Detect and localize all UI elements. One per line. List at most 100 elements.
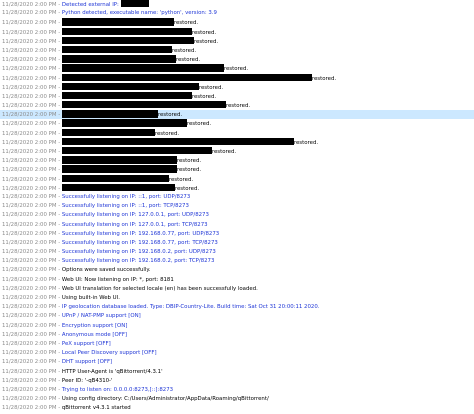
- log-entry[interactable]: 11/28/2020 2:00 PM - restored.: [0, 119, 474, 128]
- log-entry[interactable]: 11/28/2020 2:00 PM - Successfully listen…: [0, 230, 474, 239]
- log-message: Successfully listening on IP: 127.0.0.1,…: [62, 212, 209, 218]
- log-timestamp: 11/28/2020 2:00 PM: [2, 230, 57, 237]
- log-message-text: qBittorrent v4.3.1 started: [61, 405, 131, 412]
- log-message-text: Successfully listening on IP: ::1, port:…: [61, 203, 189, 210]
- log-timestamp: 11/28/2020 2:00 PM: [2, 185, 57, 192]
- log-entry[interactable]: 11/28/2020 2:00 PM - HTTP User-Agent is …: [0, 368, 474, 377]
- log-message-suffix: restored.: [311, 75, 337, 82]
- redacted-block: [61, 165, 177, 173]
- log-entry[interactable]: 11/28/2020 2:00 PM - restored.: [0, 91, 474, 101]
- log-entry[interactable]: 11/28/2020 2:00 PM - Successfully listen…: [0, 202, 474, 211]
- log-timestamp: 11/28/2020 2:00 PM: [2, 139, 57, 146]
- log-entry[interactable]: 11/28/2020 2:00 PM - restored.: [0, 128, 474, 138]
- log-message-suffix: restored.: [211, 149, 237, 155]
- redacted-block: [61, 91, 192, 100]
- log-entry[interactable]: 11/28/2020 2:00 PM - Successfully listen…: [0, 193, 474, 202]
- log-timestamp: 11/28/2020 2:00 PM: [2, 176, 57, 183]
- log-entry[interactable]: 11/28/2020 2:00 PM - Web UI translation …: [0, 285, 474, 294]
- log-message-text: HTTP User-Agent is 'qBittorrent/4.3.1': [61, 368, 163, 375]
- log-entry[interactable]: 11/28/2020 2:00 PM - Using built-in Web …: [0, 294, 474, 303]
- log-entry[interactable]: 11/28/2020 2:00 PM - Successfully listen…: [0, 257, 474, 266]
- log-entry[interactable]: 11/28/2020 2:00 PM - Using config direct…: [0, 395, 474, 404]
- log-message: restored.: [61, 174, 193, 183]
- log-entry[interactable]: 11/28/2020 2:00 PM - Successfully listen…: [0, 211, 474, 220]
- log-entry[interactable]: 11/28/2020 2:00 PM - restored.: [0, 64, 474, 73]
- log-entry[interactable]: 11/28/2020 2:00 PM - restored.: [0, 165, 474, 174]
- log-message: Successfully listening on IP: 192.168.0.…: [62, 249, 216, 255]
- log-timestamp: 11/28/2020 2:00 PM: [2, 340, 57, 347]
- log-message: Using config directory: C:/Users/Adminis…: [62, 396, 269, 402]
- log-entry[interactable]: 11/28/2020 2:00 PM - Local Peer Discover…: [0, 349, 474, 358]
- log-entry[interactable]: 11/28/2020 2:00 PM - Successfully listen…: [0, 221, 474, 230]
- log-message: Successfully listening on IP: 192.168.0.…: [62, 258, 215, 264]
- log-entry[interactable]: 11/28/2020 2:00 PM - UPnP / NAT-PMP supp…: [0, 312, 474, 321]
- log-message: Web UI translation for selected locale (…: [62, 286, 258, 292]
- log-entry[interactable]: 11/28/2020 2:00 PM - Peer ID: '-qB4310-': [0, 377, 474, 386]
- log-timestamp: 11/28/2020 2:00 PM: [2, 38, 57, 45]
- log-timestamp: 11/28/2020 2:00 PM: [2, 121, 57, 128]
- log-entry[interactable]: 11/28/2020 2:00 PM - restored.: [0, 101, 474, 110]
- log-message-text: Options were saved successfully.: [61, 267, 151, 274]
- log-message-text: Successfully listening on IP: 192.168.0.…: [61, 230, 220, 237]
- log-entry[interactable]: 11/28/2020 2:00 PM - restored.: [0, 27, 474, 37]
- log-entry[interactable]: 11/28/2020 2:00 PM - Successfully listen…: [0, 239, 474, 248]
- execution-log[interactable]: 11/28/2020 2:00 PM - Detected external I…: [0, 0, 474, 414]
- log-message: restored.: [61, 45, 196, 54]
- redacted-block: [61, 73, 312, 81]
- log-entry[interactable]: 11/28/2020 2:00 PM - restored.: [0, 82, 474, 92]
- log-timestamp: 11/28/2020 2:00 PM: [2, 377, 57, 384]
- log-message-text: Successfully listening on IP: 127.0.0.1,…: [61, 212, 209, 219]
- log-entry[interactable]: 11/28/2020 2:00 PM - Python detected, ex…: [0, 9, 474, 18]
- log-timestamp: 11/28/2020 2:00 PM: [2, 47, 57, 54]
- log-timestamp: 11/28/2020 2:00 PM: [2, 396, 57, 403]
- log-entry[interactable]: 11/28/2020 2:00 PM - Encryption support …: [0, 322, 474, 331]
- log-message: restored.: [61, 110, 182, 118]
- log-entry[interactable]: 11/28/2020 2:00 PM - restored.: [0, 73, 474, 83]
- log-message-text: Python detected, executable name: 'pytho…: [61, 10, 217, 17]
- log-message: restored.: [61, 73, 337, 82]
- redacted-block: [61, 36, 194, 45]
- log-entry[interactable]: 11/28/2020 2:00 PM - Web UI: Now listeni…: [0, 276, 474, 285]
- log-entry[interactable]: 11/28/2020 2:00 PM - Anonymous mode [OFF…: [0, 331, 474, 340]
- log-entry[interactable]: 11/28/2020 2:00 PM - restored.: [0, 137, 474, 147]
- log-entry[interactable]: 11/28/2020 2:00 PM - Options were saved …: [0, 266, 474, 275]
- log-message-text: Web UI translation for selected locale (…: [61, 285, 258, 292]
- log-entry[interactable]: 11/28/2020 2:00 PM - restored.: [0, 45, 474, 55]
- log-entry[interactable]: 11/28/2020 2:00 PM - restored.: [0, 147, 474, 156]
- log-entry[interactable]: 11/28/2020 2:00 PM - DHT support [OFF]: [0, 358, 474, 367]
- log-message-text: Local Peer Discovery support [OFF]: [61, 350, 157, 357]
- log-message-suffix: restored.: [193, 38, 219, 45]
- log-entry[interactable]: 11/28/2020 2:00 PM - Detected external I…: [0, 0, 474, 9]
- log-timestamp: 11/28/2020 2:00 PM: [2, 267, 57, 274]
- log-timestamp: 11/28/2020 2:00 PM: [2, 350, 57, 357]
- log-message: restored.: [61, 119, 211, 127]
- log-message-text: Detected external IP:: [61, 2, 121, 8]
- log-timestamp: 11/28/2020 2:00 PM: [2, 66, 57, 73]
- log-message-text: UPnP / NAT-PMP support [ON]: [61, 313, 141, 320]
- log-timestamp: 11/28/2020 2:00 PM: [2, 167, 57, 174]
- log-timestamp: 11/28/2020 2:00 PM: [2, 75, 57, 82]
- log-message: Successfully listening on IP: ::1, port:…: [62, 203, 189, 209]
- log-timestamp: 11/28/2020 2:00 PM: [2, 103, 57, 110]
- log-entry[interactable]: 11/28/2020 2:00 PM - Trying to listen on…: [0, 386, 474, 395]
- log-entry[interactable]: 11/28/2020 2:00 PM - PeX support [OFF]: [0, 340, 474, 349]
- log-timestamp: 11/28/2020 2:00 PM: [2, 386, 57, 393]
- log-entry[interactable]: 11/28/2020 2:00 PM - restored.: [0, 174, 474, 184]
- log-entry[interactable]: 11/28/2020 2:00 PM - restored.: [0, 18, 474, 27]
- log-message-text: Using built-in Web UI.: [61, 295, 120, 301]
- log-entry[interactable]: 11/28/2020 2:00 PM - restored.: [0, 156, 474, 165]
- log-entry[interactable]: 11/28/2020 2:00 PM - restored.: [0, 36, 474, 46]
- log-message: Using built-in Web UI.: [62, 295, 120, 301]
- log-entry[interactable]: 11/28/2020 2:00 PM - Successfully listen…: [0, 248, 474, 257]
- log-message-text: Anonymous mode [OFF]: [61, 331, 128, 338]
- log-entry[interactable]: 11/28/2020 2:00 PM - restored.: [0, 55, 474, 64]
- log-entry[interactable]: 11/28/2020 2:00 PM - IP geolocation data…: [0, 303, 474, 312]
- log-timestamp: 11/28/2020 2:00 PM: [2, 2, 57, 8]
- log-entry[interactable]: 11/28/2020 2:00 PM - qBittorrent v4.3.1 …: [0, 404, 474, 413]
- log-timestamp: 11/28/2020 2:00 PM: [2, 130, 57, 137]
- log-entry[interactable]: 11/28/2020 2:00 PM - restored.: [0, 183, 474, 193]
- log-entry[interactable]: 11/28/2020 2:00 PM - restored.: [0, 110, 474, 120]
- log-timestamp: 11/28/2020 2:00 PM: [2, 10, 57, 17]
- log-timestamp: 11/28/2020 2:00 PM: [2, 193, 57, 200]
- log-timestamp: 11/28/2020 2:00 PM: [2, 359, 57, 366]
